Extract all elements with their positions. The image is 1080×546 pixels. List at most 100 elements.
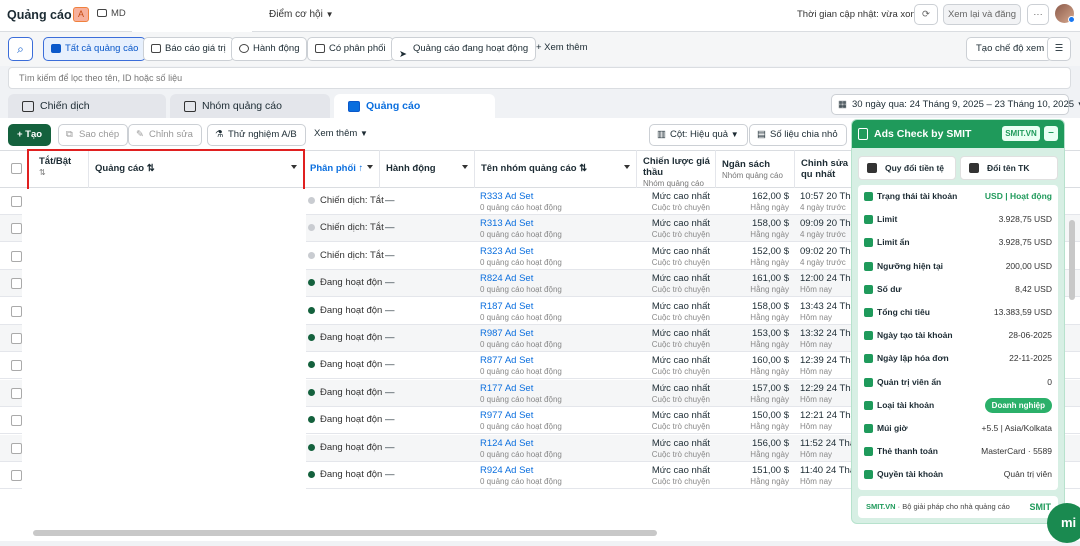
- row-checkbox[interactable]: [11, 278, 22, 290]
- delivery-status: Chiến dịch: Tắt: [308, 222, 384, 233]
- bid-strategy: Mức cao nhất: [651, 245, 710, 257]
- last-edited-sub: Hôm nay: [800, 367, 833, 377]
- edit-button[interactable]: ✎ Chỉnh sửa: [128, 124, 202, 146]
- ab-test-button[interactable]: ⚗ Thử nghiệm A/B: [207, 124, 306, 146]
- col-last-edited[interactable]: Chỉnh sửa qu nhất: [795, 150, 855, 188]
- row-checkbox[interactable]: [11, 442, 22, 454]
- chevron-down-icon: ▼: [359, 129, 368, 138]
- adset-link[interactable]: R124 Ad Set: [480, 438, 533, 449]
- account-avatar[interactable]: A: [73, 7, 89, 22]
- facebook-icon: [1068, 16, 1075, 23]
- settings-sliders-button[interactable]: ☰: [1047, 37, 1071, 61]
- row-checkbox[interactable]: [11, 387, 22, 399]
- more-options-button[interactable]: ···: [1027, 4, 1049, 25]
- col-delivery[interactable]: Phân phối ↑: [304, 150, 380, 188]
- info-value: Quản trị viên: [1003, 469, 1052, 480]
- bid-strategy: Mức cao nhất: [651, 191, 710, 202]
- last-edited-sub: Hôm nay: [800, 312, 833, 322]
- minimize-button[interactable]: –: [1044, 126, 1058, 141]
- smit-chat-button[interactable]: mi: [1047, 503, 1080, 543]
- columns-button[interactable]: ▥ Cột: Hiệu quả ▼: [649, 124, 748, 146]
- horizontal-scrollbar[interactable]: [33, 530, 657, 536]
- opportunity-score-button[interactable]: Điểm cơ hội ▼: [269, 9, 334, 20]
- account-selector[interactable]: MD: [97, 8, 126, 19]
- video-icon: [97, 9, 107, 17]
- vertical-scrollbar[interactable]: [1069, 220, 1075, 300]
- budget-sub: Hằng ngày: [750, 285, 789, 295]
- sliders-icon: ☰: [1054, 43, 1064, 54]
- info-value: 22-11-2025: [1009, 353, 1052, 364]
- create-button[interactable]: + Tạo: [8, 124, 52, 146]
- breakdown-button[interactable]: ▤ Số liệu chia nhỏ: [749, 124, 847, 146]
- col-actions[interactable]: Hành động: [380, 150, 475, 188]
- col-bid[interactable]: Chiến lược giá thầu Nhóm quảng cáo: [637, 150, 716, 188]
- last-edited-sub: 4 ngày trước: [800, 257, 846, 267]
- account-info-row: Limit 3.928,75 USD: [858, 208, 1058, 231]
- info-icon: [864, 215, 873, 225]
- tab-campaigns[interactable]: Chiến dịch: [8, 94, 166, 119]
- adset-link[interactable]: R323 Ad Set: [480, 246, 533, 257]
- adset-link[interactable]: R877 Ad Set: [480, 355, 533, 366]
- search-button[interactable]: ⌕: [8, 37, 33, 61]
- bid-sub: Cuộc trò chuyện: [651, 257, 710, 267]
- filter-has-delivery[interactable]: Có phân phối: [307, 37, 394, 61]
- ads-check-panel: Ads Check by SMIT SMIT.VN – Quy đổi tiền…: [851, 119, 1065, 524]
- adset-link[interactable]: R333 Ad Set: [480, 191, 533, 202]
- copy-button[interactable]: ⧉ Sao chép: [58, 124, 129, 146]
- adset-link[interactable]: R977 Ad Set: [480, 410, 533, 421]
- status-dot: [308, 471, 315, 478]
- rename-account-button[interactable]: Đổi tên TK: [960, 156, 1058, 180]
- account-short-name: MD: [111, 8, 126, 19]
- row-checkbox[interactable]: [11, 415, 22, 427]
- row-checkbox[interactable]: [11, 333, 22, 344]
- date-range-picker[interactable]: ▦ 30 ngày qua: 24 Tháng 9, 2025 – 23 Thán…: [831, 94, 1080, 115]
- see-more-button[interactable]: Xem thêm ▼: [306, 124, 376, 146]
- create-view-button[interactable]: Tạo chế độ xem: [966, 37, 1053, 61]
- refresh-button[interactable]: ⟳: [914, 4, 938, 25]
- adset-link[interactable]: R987 Ad Set: [480, 328, 533, 339]
- row-checkbox[interactable]: [11, 470, 22, 481]
- bid-sub: Cuộc trò chuyện: [651, 449, 710, 459]
- row-checkbox[interactable]: [11, 250, 22, 262]
- adset-link[interactable]: R187 Ad Set: [480, 301, 533, 312]
- adset-link[interactable]: R924 Ad Set: [480, 465, 533, 476]
- info-value: 28-06-2025: [1008, 330, 1052, 341]
- row-checkbox[interactable]: [11, 305, 22, 317]
- search-input[interactable]: Tìm kiếm để lọc theo tên, ID hoặc số liệ…: [8, 67, 1071, 89]
- bid-strategy: Mức cao nhất: [651, 382, 710, 394]
- info-value: USD | Hoạt động: [984, 191, 1052, 201]
- adset-link[interactable]: R177 Ad Set: [480, 383, 533, 394]
- redacted-area: [22, 188, 306, 500]
- bid-sub: Cuộc trò chuyện: [651, 367, 710, 377]
- info-value: MasterCard · 5589: [981, 446, 1052, 457]
- mail-icon: [315, 44, 325, 53]
- adset-sub: 0 quảng cáo hoạt động: [480, 230, 562, 240]
- filter-see-more[interactable]: + Xem thêm: [530, 37, 594, 61]
- tab-adsets[interactable]: Nhóm quảng cáo: [170, 94, 330, 119]
- tab-ads[interactable]: Quảng cáo: [334, 94, 495, 119]
- select-all-checkbox[interactable]: [11, 163, 22, 174]
- filter-all-ads[interactable]: Tất cả quảng cáo: [43, 37, 147, 61]
- action-icon: [239, 44, 249, 53]
- row-checkbox[interactable]: [11, 196, 22, 207]
- col-adset[interactable]: Tên nhóm quảng cáo ⇅: [475, 150, 637, 188]
- columns-icon: ▥: [657, 129, 666, 140]
- smit-brand-badge[interactable]: SMIT.VN: [1002, 126, 1040, 141]
- row-checkbox[interactable]: [11, 223, 22, 235]
- adset-link[interactable]: R824 Ad Set: [480, 273, 533, 284]
- filter-active-ads[interactable]: ➤ Quảng cáo đang hoạt động: [391, 37, 537, 61]
- filter-actions[interactable]: Hành động: [231, 37, 308, 61]
- row-checkbox[interactable]: [11, 360, 22, 372]
- chevron-down-icon: [367, 165, 373, 169]
- col-budget[interactable]: Ngân sách Nhóm quảng cáo: [716, 150, 795, 188]
- folder-icon: [22, 101, 34, 112]
- review-publish-button[interactable]: Xem lại và đăng: [943, 4, 1021, 25]
- budget-sub: Hằng ngày: [750, 230, 789, 240]
- page-title: Quảng cáo: [7, 8, 72, 22]
- filter-value-report[interactable]: Báo cáo giá trị: [143, 37, 234, 61]
- convert-currency-button[interactable]: Quy đổi tiền tệ: [858, 156, 956, 180]
- smit-logo: SMIT: [1029, 502, 1052, 512]
- bid-sub: Cuộc trò chuyện: [651, 477, 710, 486]
- budget-value: 150,00 $: [752, 410, 789, 422]
- adset-link[interactable]: R313 Ad Set: [480, 218, 533, 229]
